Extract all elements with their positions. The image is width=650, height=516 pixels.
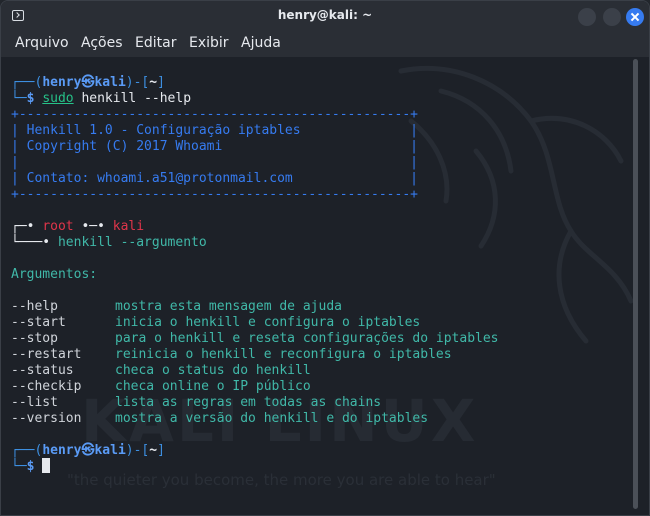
prompt-at-symbol: ㉿ <box>81 443 95 458</box>
argument-flag: --restart <box>11 347 82 362</box>
prompt-bracket: ] <box>157 75 165 90</box>
prompt-line: ┌──(henry㉿kali)-[~] <box>11 75 165 91</box>
prompt-bracket: ] <box>157 443 165 458</box>
usage-connector: •─• <box>73 219 113 234</box>
argument-description: checa online o IP público <box>115 379 311 394</box>
usage-line: ┌─• root •─• kali <box>11 219 144 235</box>
prompt-path: ~ <box>149 443 158 458</box>
menu-exibir[interactable]: Exibir <box>189 35 229 51</box>
prompt-line: ┌──(henry㉿kali)-[~] <box>11 443 165 459</box>
argument-description: para o henkill e reseta configurações do… <box>115 331 499 346</box>
argument-row: --stop para o henkill e reseta configuraç… <box>11 331 499 347</box>
command-sudo: sudo <box>42 91 74 106</box>
terminal-area[interactable]: KALI LINUX "the quieter you become, the … <box>1 57 649 515</box>
usage-root: root <box>42 219 74 234</box>
menu-editar[interactable]: Editar <box>135 35 176 51</box>
prompt-at-symbol: ㉿ <box>81 75 95 90</box>
prompt-bracket: ┌──( <box>11 75 43 90</box>
prompt-path: ~ <box>149 75 158 90</box>
menu-arquivo[interactable]: Arquivo <box>15 35 69 51</box>
argument-row: --checkip checa online o IP público <box>11 379 311 395</box>
usage-connector: └───• <box>11 235 58 250</box>
prompt-bracket: )-[ <box>125 75 150 90</box>
scrollbar[interactable] <box>631 57 639 513</box>
kali-watermark-slogan: "the quieter you become, the more you ar… <box>67 471 496 489</box>
command-args: henkill --help <box>73 91 192 106</box>
argument-flag: --checkip <box>11 379 82 394</box>
prompt-user: henry <box>42 75 82 90</box>
usage-command: henkill --argumento <box>57 235 207 250</box>
argument-description: lista as regras em todas as chains <box>115 395 382 410</box>
box-line: | Contato: whoami.a51@protonmail.com | <box>11 171 418 186</box>
command-line[interactable]: └─$ <box>11 459 34 475</box>
argument-description: reinicia o henkill e reconfigura o iptab… <box>115 347 452 362</box>
box-line: | Copyright (C) 2017 Whoami | <box>11 139 418 154</box>
box-border-top: +---------------------------------------… <box>11 107 418 122</box>
argument-description: mostra esta mensagem de ajuda <box>115 299 342 314</box>
argument-flag: --help <box>11 299 58 314</box>
argument-row: --help mostra esta mensagem de ajuda <box>11 299 342 315</box>
prompt-dollar: $ <box>26 459 35 474</box>
terminal-window: henry@kali: ~ Arquivo Ações Editar Exibi… <box>0 0 650 516</box>
argument-row: --version mostra a versão do henkill e do… <box>11 411 428 427</box>
prompt-host: kali <box>94 443 126 458</box>
command-line: └─$ sudo henkill --help <box>11 91 191 107</box>
prompt-user: henry <box>42 443 82 458</box>
usage-host: kali <box>112 219 145 234</box>
box-line: | | <box>11 155 418 170</box>
argument-row: --status checa o status do henkill <box>11 363 311 379</box>
argument-row: --start inicia o henkill e configura o ip… <box>11 315 420 331</box>
argument-flag: --stop <box>11 331 58 346</box>
prompt-bracket: ┌──( <box>11 443 43 458</box>
argument-description: mostra a versão do henkill e do iptables <box>115 411 429 426</box>
argument-flag: --status <box>11 363 74 378</box>
argument-flag: --version <box>11 411 82 426</box>
prompt-bracket: )-[ <box>125 443 150 458</box>
argument-description: inicia o henkill e configura o iptables <box>115 315 421 330</box>
minimize-button[interactable] <box>578 8 596 26</box>
scrollbar-thumb[interactable] <box>633 59 638 509</box>
argument-flag: --list <box>11 395 58 410</box>
menu-acoes[interactable]: Ações <box>81 35 123 51</box>
prompt-bracket: └─ <box>11 91 27 106</box>
kali-dragon-watermark-icon <box>398 65 634 344</box>
argument-flag: --start <box>11 315 66 330</box>
argument-description: checa o status do henkill <box>115 363 311 378</box>
text-cursor <box>42 458 50 473</box>
close-button[interactable] <box>626 8 644 26</box>
prompt-bracket: └─ <box>11 459 27 474</box>
maximize-button[interactable] <box>603 8 621 26</box>
usage-connector: ┌─• <box>11 219 43 234</box>
box-line: | Henkill 1.0 - Configuração iptables | <box>11 123 418 138</box>
prompt-host: kali <box>94 75 126 90</box>
title-bar[interactable]: henry@kali: ~ <box>1 1 649 32</box>
window-title: henry@kali: ~ <box>277 8 373 22</box>
arguments-title: Argumentos: <box>11 267 98 282</box>
argument-row: --restart reinicia o henkill e reconfigur… <box>11 347 452 363</box>
argument-row: --list lista as regras em todas as chains <box>11 395 381 411</box>
usage-line: └───• henkill --argumento <box>11 235 207 251</box>
menu-ajuda[interactable]: Ajuda <box>241 35 281 51</box>
box-border-bottom: +---------------------------------------… <box>11 187 418 202</box>
